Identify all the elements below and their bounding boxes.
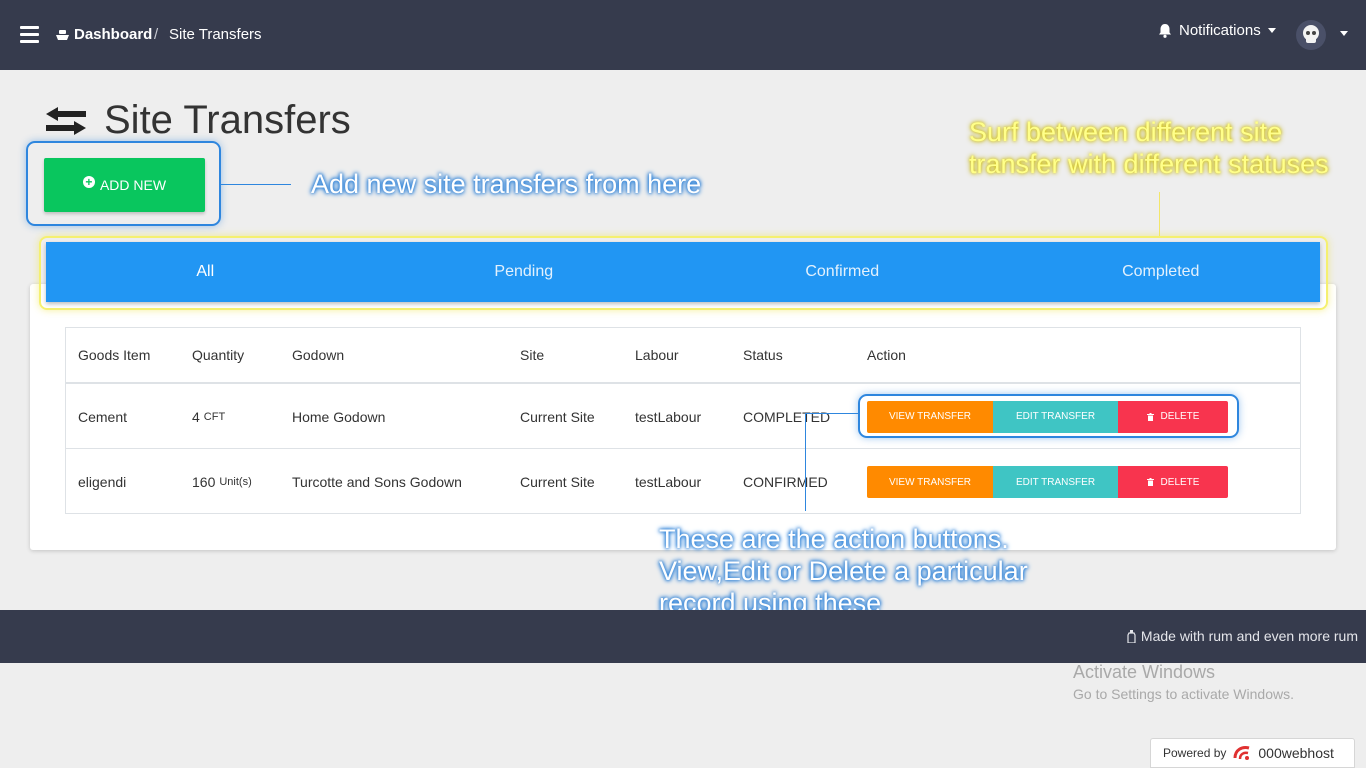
skull-avatar-icon	[1303, 25, 1319, 43]
bell-icon	[1159, 24, 1171, 38]
godown-cell: Home Godown	[292, 408, 386, 425]
bottle-icon	[1127, 629, 1136, 643]
column-header: Quantity	[192, 347, 245, 363]
annotation-connector	[1159, 192, 1160, 236]
quantity-unit: Unit(s)	[219, 476, 252, 488]
annotation-connector	[805, 413, 858, 414]
notifications-dropdown[interactable]: Notifications	[1158, 22, 1276, 39]
hamburger-menu-icon[interactable]	[20, 26, 39, 43]
annotation-tabs-note: Surf between different site transfer wit…	[969, 116, 1329, 180]
delete-button[interactable]: DELETE	[1118, 466, 1228, 498]
labour-cell: testLabour	[635, 474, 702, 490]
annotation-actions-note-line: View,Edit or Delete a particular	[659, 556, 1028, 586]
annotation-tabs-note-line: Surf between different site	[969, 117, 1283, 147]
footer: Made with rum and even more rum	[0, 610, 1366, 663]
tab-completed[interactable]: Completed	[1002, 242, 1321, 302]
site-cell: Current Site	[520, 408, 595, 425]
goods-item-cell: eligendi	[78, 474, 127, 490]
column-header: Godown	[292, 347, 345, 363]
quantity-cell: 4 CFT	[192, 385, 225, 448]
breadcrumb-current: Site Transfers	[169, 26, 262, 43]
column-header: Action	[867, 347, 906, 363]
trash-icon	[1146, 478, 1154, 486]
powered-by-badge[interactable]: Powered by 000webhost	[1150, 738, 1355, 768]
annotation-connector	[805, 413, 806, 511]
view-transfer-button[interactable]: VIEW TRANSFER	[867, 466, 993, 498]
column-header: Labour	[635, 347, 679, 363]
tab-all[interactable]: All	[46, 242, 365, 302]
action-cell: VIEW TRANSFER EDIT TRANSFER DELETE	[867, 450, 1228, 514]
quantity-cell: 160 Unit(s)	[192, 450, 252, 514]
column-header: Goods Item	[78, 347, 151, 363]
table-row: eligendi 160 Unit(s) Turcotte and Sons G…	[66, 450, 1300, 514]
chevron-down-icon[interactable]	[1340, 31, 1348, 36]
labour-cell: testLabour	[635, 408, 702, 425]
breadcrumb-separator: /	[154, 26, 159, 43]
delete-label: DELETE	[1160, 476, 1200, 488]
breadcrumb-dashboard-link[interactable]: Dashboard	[56, 26, 152, 43]
quantity-unit: CFT	[203, 410, 226, 423]
table-header-row: Goods Item Quantity Godown Site Labour S…	[66, 328, 1300, 384]
column-header: Status	[743, 347, 783, 363]
annotation-tabs-note-line: transfer with different statuses	[969, 149, 1329, 179]
activate-windows-subtitle: Go to Settings to activate Windows.	[1073, 686, 1294, 702]
edit-transfer-button[interactable]: EDIT TRANSFER	[993, 466, 1118, 498]
footer-text: Made with rum and even more rum	[1140, 628, 1358, 644]
status-tabs: All Pending Confirmed Completed	[46, 242, 1320, 302]
site-cell: Current Site	[520, 474, 595, 490]
quantity-value: 4	[192, 408, 200, 425]
ship-icon	[56, 29, 69, 40]
avatar[interactable]	[1296, 20, 1326, 50]
action-button-group: VIEW TRANSFER EDIT TRANSFER DELETE	[867, 466, 1228, 498]
godown-cell: Turcotte and Sons Godown	[292, 474, 462, 490]
status-cell: COMPLETED	[743, 408, 831, 425]
add-new-button[interactable]: + ADD NEW	[44, 158, 205, 212]
page-title: Site Transfers	[104, 98, 351, 142]
tab-pending[interactable]: Pending	[365, 242, 684, 302]
column-header: Site	[520, 347, 545, 363]
annotation-add-note: Add new site transfers from here	[311, 169, 702, 199]
transfer-arrows-icon	[46, 107, 86, 135]
status-cell: CONFIRMED	[743, 474, 828, 490]
annotation-connector	[221, 184, 291, 185]
powered-by-label: Powered by	[1163, 746, 1227, 760]
annotation-actions-note-line: These are the action buttons.	[659, 524, 1009, 554]
annotation-actions-note: These are the action buttons. View,Edit …	[659, 523, 1028, 619]
tab-confirmed[interactable]: Confirmed	[683, 242, 1002, 302]
activate-windows-title: Activate Windows	[1073, 662, 1216, 682]
powered-by-brand: 000webhost	[1258, 745, 1334, 761]
goods-item-cell: Cement	[78, 408, 128, 425]
plus-circle-icon: +	[82, 176, 95, 188]
chevron-down-icon	[1267, 28, 1276, 33]
quantity-value: 160	[192, 474, 216, 490]
add-new-label: ADD NEW	[99, 177, 167, 193]
top-navbar: Dashboard / Site Transfers Notifications	[0, 0, 1366, 70]
footer-credit: Made with rum and even more rum	[1127, 628, 1358, 644]
breadcrumb-dashboard-label: Dashboard	[74, 26, 153, 43]
notifications-label: Notifications	[1179, 22, 1261, 39]
actions-highlight	[858, 394, 1239, 438]
webhost-logo-icon	[1233, 746, 1250, 760]
